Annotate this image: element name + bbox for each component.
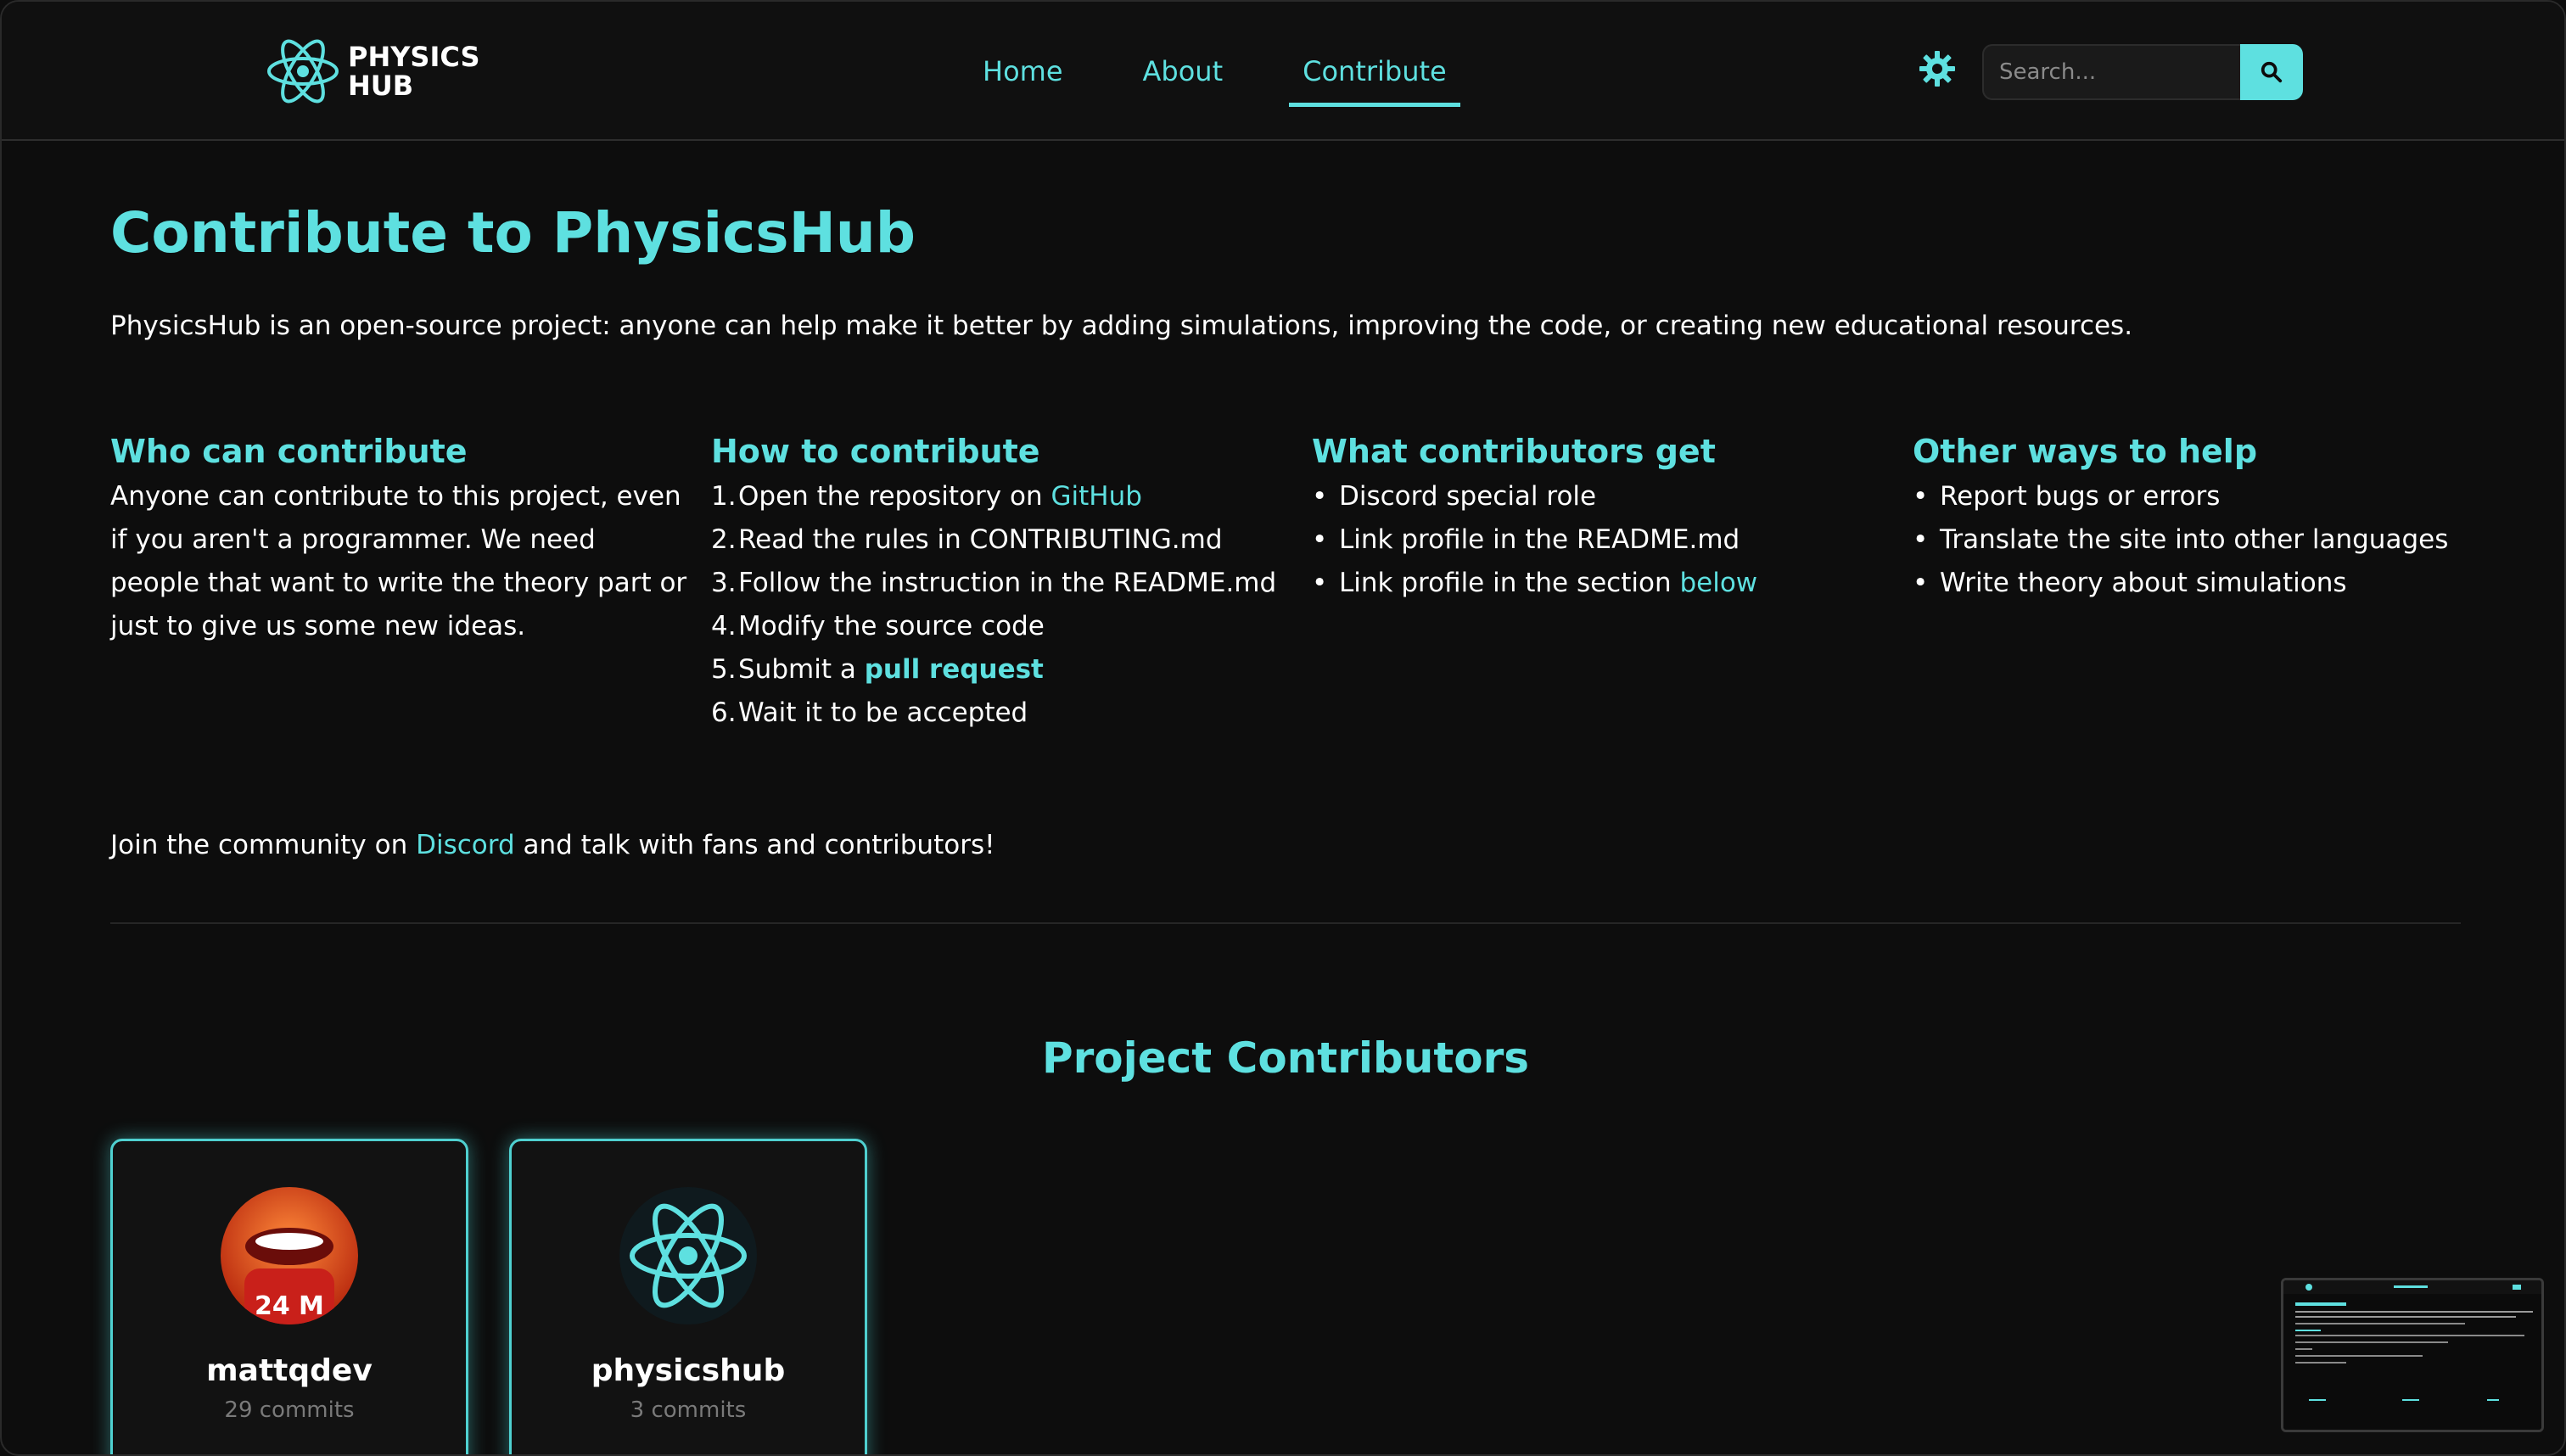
page-title: Contribute to PhysicsHub xyxy=(110,200,916,266)
list-item: • Discord special role xyxy=(1312,475,1889,518)
below-link[interactable]: below xyxy=(1679,568,1757,598)
intro-text: PhysicsHub is an open-source project: an… xyxy=(110,311,2133,341)
browser-window: PHYSICS HUB Home About Contribute Search… xyxy=(0,0,2566,1456)
section-title: Other ways to help xyxy=(1913,433,2258,470)
list-item: 6. Wait it to be accepted xyxy=(711,692,1288,735)
item-text: Link profile in the section xyxy=(1339,568,1680,598)
github-link[interactable]: GitHub xyxy=(1050,481,1141,512)
item-text: Report bugs or errors xyxy=(1940,481,2221,512)
step-number: 6. xyxy=(711,697,737,728)
step-text: Follow the instruction in the README.md xyxy=(738,568,1277,598)
contributor-name: mattqdev xyxy=(206,1353,373,1388)
contributor-commits: 3 commits xyxy=(630,1397,747,1423)
step-number: 3. xyxy=(711,568,737,598)
item-text: Write theory about simulations xyxy=(1940,568,2347,598)
contributor-commits: 29 commits xyxy=(224,1397,355,1423)
section-other-ways-to-help: Other ways to help • Report bugs or error… xyxy=(1913,433,2490,605)
section-divider xyxy=(110,922,2461,924)
step-text: Read the rules in CONTRIBUTING.md xyxy=(738,524,1223,555)
item-text: Discord special role xyxy=(1339,481,1597,512)
section-title: Who can contribute xyxy=(110,433,468,470)
step-number: 4. xyxy=(711,611,737,641)
list-item: • Translate the site into other languages xyxy=(1913,518,2490,562)
bullet-icon: • xyxy=(1312,524,1328,555)
atom-logo-icon xyxy=(267,39,339,104)
page-preview-thumbnail[interactable] xyxy=(2281,1278,2544,1432)
list-item: 1. Open the repository on GitHub xyxy=(711,475,1288,518)
user-photo-avatar: 24 M xyxy=(221,1187,358,1324)
section-title: What contributors get xyxy=(1312,433,1716,470)
search-button[interactable] xyxy=(2240,44,2303,100)
section-who-can-contribute: Who can contribute Anyone can contribute… xyxy=(110,433,687,648)
nav-contribute[interactable]: Contribute xyxy=(1289,39,1460,107)
step-number: 2. xyxy=(711,524,737,555)
svg-text:24: 24 xyxy=(255,1291,290,1321)
list-item: • Link profile in the section below xyxy=(1312,562,1889,605)
list-item: • Link profile in the README.md xyxy=(1312,518,1889,562)
section-how-to-contribute: How to contribute 1. Open the repository… xyxy=(711,433,1288,735)
discord-link[interactable]: Discord xyxy=(416,830,515,860)
community-text: Join the community on Discord and talk w… xyxy=(110,830,995,860)
bullet-icon: • xyxy=(1913,524,1929,555)
nav-home[interactable]: Home xyxy=(969,39,1077,107)
brand-line-2: HUB xyxy=(348,70,414,102)
step-text: Wait it to be accepted xyxy=(738,697,1028,728)
search-input[interactable] xyxy=(1982,44,2240,100)
contributor-card-mattqdev[interactable]: 24 M mattqdev 29 commits xyxy=(110,1139,468,1454)
bullet-icon: • xyxy=(1312,568,1328,598)
bullet-icon: • xyxy=(1312,481,1328,512)
list-item: • Report bugs or errors xyxy=(1913,475,2490,518)
bullet-icon: • xyxy=(1913,568,1929,598)
list-item: 3. Follow the instruction in the README.… xyxy=(711,562,1288,605)
item-text: Link profile in the README.md xyxy=(1339,524,1740,555)
step-text: Submit a xyxy=(738,654,865,685)
brand-line-1: PHYSICS xyxy=(348,41,480,73)
help-list: • Report bugs or errors • Translate the si… xyxy=(1913,475,2490,605)
step-number: 5. xyxy=(711,654,737,685)
benefits-list: • Discord special role • Link profile in t… xyxy=(1312,475,1889,605)
site-header: PHYSICS HUB Home About Contribute xyxy=(2,2,2564,141)
contributor-card-physicshub[interactable]: physicshub 3 commits xyxy=(509,1139,867,1454)
community-text-before: Join the community on xyxy=(110,830,417,860)
steps-list: 1. Open the repository on GitHub 2. Read… xyxy=(711,475,1288,735)
main-nav: Home About Contribute xyxy=(969,39,1513,107)
section-text: Anyone can contribute to this project, e… xyxy=(110,481,687,641)
step-number: 1. xyxy=(711,481,737,512)
svg-text:M: M xyxy=(299,1291,324,1321)
pull-request-link[interactable]: pull request xyxy=(865,654,1044,685)
list-item: • Write theory about simulations xyxy=(1913,562,2490,605)
brand-logo[interactable]: PHYSICS HUB xyxy=(265,31,479,112)
community-text-after: and talk with fans and contributors! xyxy=(514,830,995,860)
section-what-contributors-get: What contributors get • Discord special r… xyxy=(1312,433,1889,605)
list-item: 4. Modify the source code xyxy=(711,605,1288,648)
list-item: 5. Submit a pull request xyxy=(711,648,1288,692)
nav-about[interactable]: About xyxy=(1129,39,1237,107)
step-text: Open the repository on xyxy=(738,481,1051,512)
list-item: 2. Read the rules in CONTRIBUTING.md xyxy=(711,518,1288,562)
item-text: Translate the site into other languages xyxy=(1940,524,2449,555)
gear-icon xyxy=(1919,51,1955,87)
theme-toggle-button[interactable] xyxy=(1918,49,1957,88)
brand-name: PHYSICS HUB xyxy=(348,42,479,100)
section-title: How to contribute xyxy=(711,433,1040,470)
step-text: Modify the source code xyxy=(738,611,1045,641)
contributors-title: Project Contributors xyxy=(1041,1033,1530,1083)
contributor-name: physicshub xyxy=(591,1353,786,1388)
atom-logo-avatar xyxy=(619,1187,757,1324)
search-icon xyxy=(2261,61,2283,83)
search-bar xyxy=(1982,44,2303,100)
bullet-icon: • xyxy=(1913,481,1929,512)
